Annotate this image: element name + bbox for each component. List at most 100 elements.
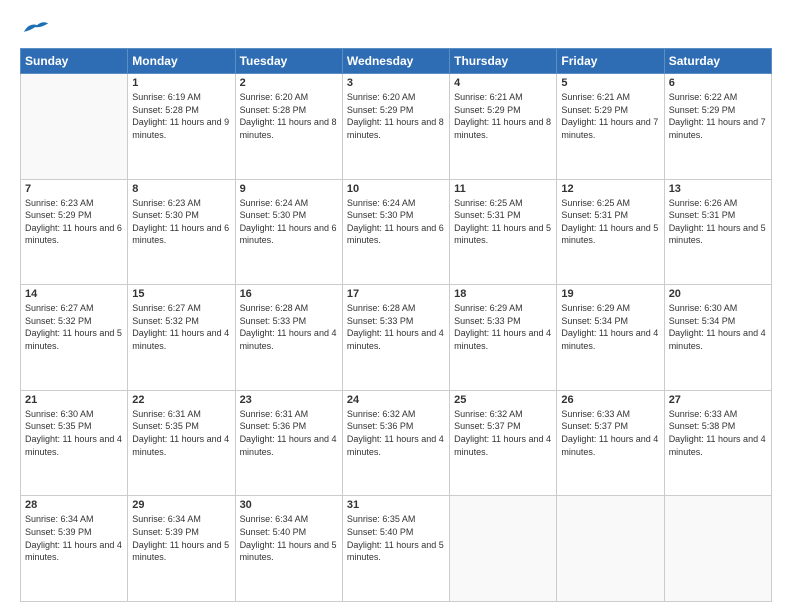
calendar-header-sunday: Sunday (21, 49, 128, 74)
cell-info: Sunrise: 6:20 AMSunset: 5:28 PMDaylight:… (240, 91, 338, 141)
cell-info: Sunrise: 6:23 AMSunset: 5:29 PMDaylight:… (25, 197, 123, 247)
cell-info: Sunrise: 6:24 AMSunset: 5:30 PMDaylight:… (347, 197, 445, 247)
calendar-cell: 19 Sunrise: 6:29 AMSunset: 5:34 PMDayligh… (557, 285, 664, 391)
cell-info: Sunrise: 6:21 AMSunset: 5:29 PMDaylight:… (561, 91, 659, 141)
cell-info: Sunrise: 6:32 AMSunset: 5:36 PMDaylight:… (347, 408, 445, 458)
day-number: 31 (347, 499, 445, 511)
day-number: 9 (240, 183, 338, 195)
calendar-cell: 3 Sunrise: 6:20 AMSunset: 5:29 PMDaylight… (342, 74, 449, 180)
bird-icon (22, 18, 50, 38)
cell-info: Sunrise: 6:34 AMSunset: 5:39 PMDaylight:… (25, 513, 123, 563)
page: SundayMondayTuesdayWednesdayThursdayFrid… (0, 0, 792, 612)
calendar-cell (21, 74, 128, 180)
day-number: 20 (669, 288, 767, 300)
day-number: 26 (561, 394, 659, 406)
calendar-week-1: 7 Sunrise: 6:23 AMSunset: 5:29 PMDaylight… (21, 179, 772, 285)
calendar-cell: 27 Sunrise: 6:33 AMSunset: 5:38 PMDayligh… (664, 390, 771, 496)
calendar-header-friday: Friday (557, 49, 664, 74)
calendar-cell: 2 Sunrise: 6:20 AMSunset: 5:28 PMDaylight… (235, 74, 342, 180)
cell-info: Sunrise: 6:20 AMSunset: 5:29 PMDaylight:… (347, 91, 445, 141)
calendar-cell: 26 Sunrise: 6:33 AMSunset: 5:37 PMDayligh… (557, 390, 664, 496)
cell-info: Sunrise: 6:19 AMSunset: 5:28 PMDaylight:… (132, 91, 230, 141)
day-number: 25 (454, 394, 552, 406)
calendar-cell: 24 Sunrise: 6:32 AMSunset: 5:36 PMDayligh… (342, 390, 449, 496)
day-number: 18 (454, 288, 552, 300)
cell-info: Sunrise: 6:29 AMSunset: 5:33 PMDaylight:… (454, 302, 552, 352)
day-number: 21 (25, 394, 123, 406)
calendar-cell (450, 496, 557, 602)
calendar-header-saturday: Saturday (664, 49, 771, 74)
calendar-cell: 13 Sunrise: 6:26 AMSunset: 5:31 PMDayligh… (664, 179, 771, 285)
calendar-cell: 25 Sunrise: 6:32 AMSunset: 5:37 PMDayligh… (450, 390, 557, 496)
calendar-cell (664, 496, 771, 602)
calendar-cell: 17 Sunrise: 6:28 AMSunset: 5:33 PMDayligh… (342, 285, 449, 391)
calendar-header-monday: Monday (128, 49, 235, 74)
cell-info: Sunrise: 6:27 AMSunset: 5:32 PMDaylight:… (132, 302, 230, 352)
logo (20, 18, 50, 38)
cell-info: Sunrise: 6:21 AMSunset: 5:29 PMDaylight:… (454, 91, 552, 141)
day-number: 1 (132, 77, 230, 89)
cell-info: Sunrise: 6:28 AMSunset: 5:33 PMDaylight:… (347, 302, 445, 352)
cell-info: Sunrise: 6:33 AMSunset: 5:37 PMDaylight:… (561, 408, 659, 458)
cell-info: Sunrise: 6:29 AMSunset: 5:34 PMDaylight:… (561, 302, 659, 352)
calendar-cell: 29 Sunrise: 6:34 AMSunset: 5:39 PMDayligh… (128, 496, 235, 602)
day-number: 8 (132, 183, 230, 195)
calendar-cell: 11Sunrise: 6:25 AMSunset: 5:31 PMDayligh… (450, 179, 557, 285)
cell-info: Sunrise: 6:35 AMSunset: 5:40 PMDaylight:… (347, 513, 445, 563)
cell-info: Sunrise: 6:32 AMSunset: 5:37 PMDaylight:… (454, 408, 552, 458)
calendar-cell: 18 Sunrise: 6:29 AMSunset: 5:33 PMDayligh… (450, 285, 557, 391)
day-number: 13 (669, 183, 767, 195)
cell-info: Sunrise: 6:23 AMSunset: 5:30 PMDaylight:… (132, 197, 230, 247)
calendar-cell: 16Sunrise: 6:28 AMSunset: 5:33 PMDayligh… (235, 285, 342, 391)
calendar-cell: 1 Sunrise: 6:19 AMSunset: 5:28 PMDaylight… (128, 74, 235, 180)
day-number: 28 (25, 499, 123, 511)
calendar-cell: 5 Sunrise: 6:21 AMSunset: 5:29 PMDaylight… (557, 74, 664, 180)
calendar-week-3: 21Sunrise: 6:30 AMSunset: 5:35 PMDayligh… (21, 390, 772, 496)
day-number: 7 (25, 183, 123, 195)
day-number: 2 (240, 77, 338, 89)
cell-info: Sunrise: 6:33 AMSunset: 5:38 PMDaylight:… (669, 408, 767, 458)
day-number: 14 (25, 288, 123, 300)
calendar-cell: 28 Sunrise: 6:34 AMSunset: 5:39 PMDayligh… (21, 496, 128, 602)
day-number: 4 (454, 77, 552, 89)
header (20, 18, 772, 38)
calendar-week-0: 1 Sunrise: 6:19 AMSunset: 5:28 PMDaylight… (21, 74, 772, 180)
day-number: 3 (347, 77, 445, 89)
calendar-cell: 30Sunrise: 6:34 AMSunset: 5:40 PMDayligh… (235, 496, 342, 602)
cell-info: Sunrise: 6:24 AMSunset: 5:30 PMDaylight:… (240, 197, 338, 247)
calendar-cell: 15Sunrise: 6:27 AMSunset: 5:32 PMDayligh… (128, 285, 235, 391)
day-number: 27 (669, 394, 767, 406)
cell-info: Sunrise: 6:28 AMSunset: 5:33 PMDaylight:… (240, 302, 338, 352)
calendar-header-row: SundayMondayTuesdayWednesdayThursdayFrid… (21, 49, 772, 74)
calendar-cell: 22Sunrise: 6:31 AMSunset: 5:35 PMDayligh… (128, 390, 235, 496)
calendar-cell: 14 Sunrise: 6:27 AMSunset: 5:32 PMDayligh… (21, 285, 128, 391)
day-number: 6 (669, 77, 767, 89)
cell-info: Sunrise: 6:34 AMSunset: 5:39 PMDaylight:… (132, 513, 230, 563)
calendar-cell: 23Sunrise: 6:31 AMSunset: 5:36 PMDayligh… (235, 390, 342, 496)
calendar-cell (557, 496, 664, 602)
calendar-table: SundayMondayTuesdayWednesdayThursdayFrid… (20, 48, 772, 602)
calendar-header-tuesday: Tuesday (235, 49, 342, 74)
calendar-header-thursday: Thursday (450, 49, 557, 74)
day-number: 24 (347, 394, 445, 406)
day-number: 5 (561, 77, 659, 89)
cell-info: Sunrise: 6:22 AMSunset: 5:29 PMDaylight:… (669, 91, 767, 141)
cell-info: Sunrise: 6:31 AMSunset: 5:35 PMDaylight:… (132, 408, 230, 458)
calendar-week-4: 28 Sunrise: 6:34 AMSunset: 5:39 PMDayligh… (21, 496, 772, 602)
day-number: 29 (132, 499, 230, 511)
day-number: 17 (347, 288, 445, 300)
day-number: 10 (347, 183, 445, 195)
calendar-week-2: 14 Sunrise: 6:27 AMSunset: 5:32 PMDayligh… (21, 285, 772, 391)
calendar-cell: 10 Sunrise: 6:24 AMSunset: 5:30 PMDayligh… (342, 179, 449, 285)
calendar-cell: 20 Sunrise: 6:30 AMSunset: 5:34 PMDayligh… (664, 285, 771, 391)
day-number: 11 (454, 183, 552, 195)
cell-info: Sunrise: 6:27 AMSunset: 5:32 PMDaylight:… (25, 302, 123, 352)
cell-info: Sunrise: 6:34 AMSunset: 5:40 PMDaylight:… (240, 513, 338, 563)
cell-info: Sunrise: 6:30 AMSunset: 5:34 PMDaylight:… (669, 302, 767, 352)
calendar-cell: 6 Sunrise: 6:22 AMSunset: 5:29 PMDaylight… (664, 74, 771, 180)
cell-info: Sunrise: 6:25 AMSunset: 5:31 PMDaylight:… (561, 197, 659, 247)
calendar-cell: 7 Sunrise: 6:23 AMSunset: 5:29 PMDaylight… (21, 179, 128, 285)
day-number: 19 (561, 288, 659, 300)
calendar-cell: 21Sunrise: 6:30 AMSunset: 5:35 PMDayligh… (21, 390, 128, 496)
cell-info: Sunrise: 6:26 AMSunset: 5:31 PMDaylight:… (669, 197, 767, 247)
